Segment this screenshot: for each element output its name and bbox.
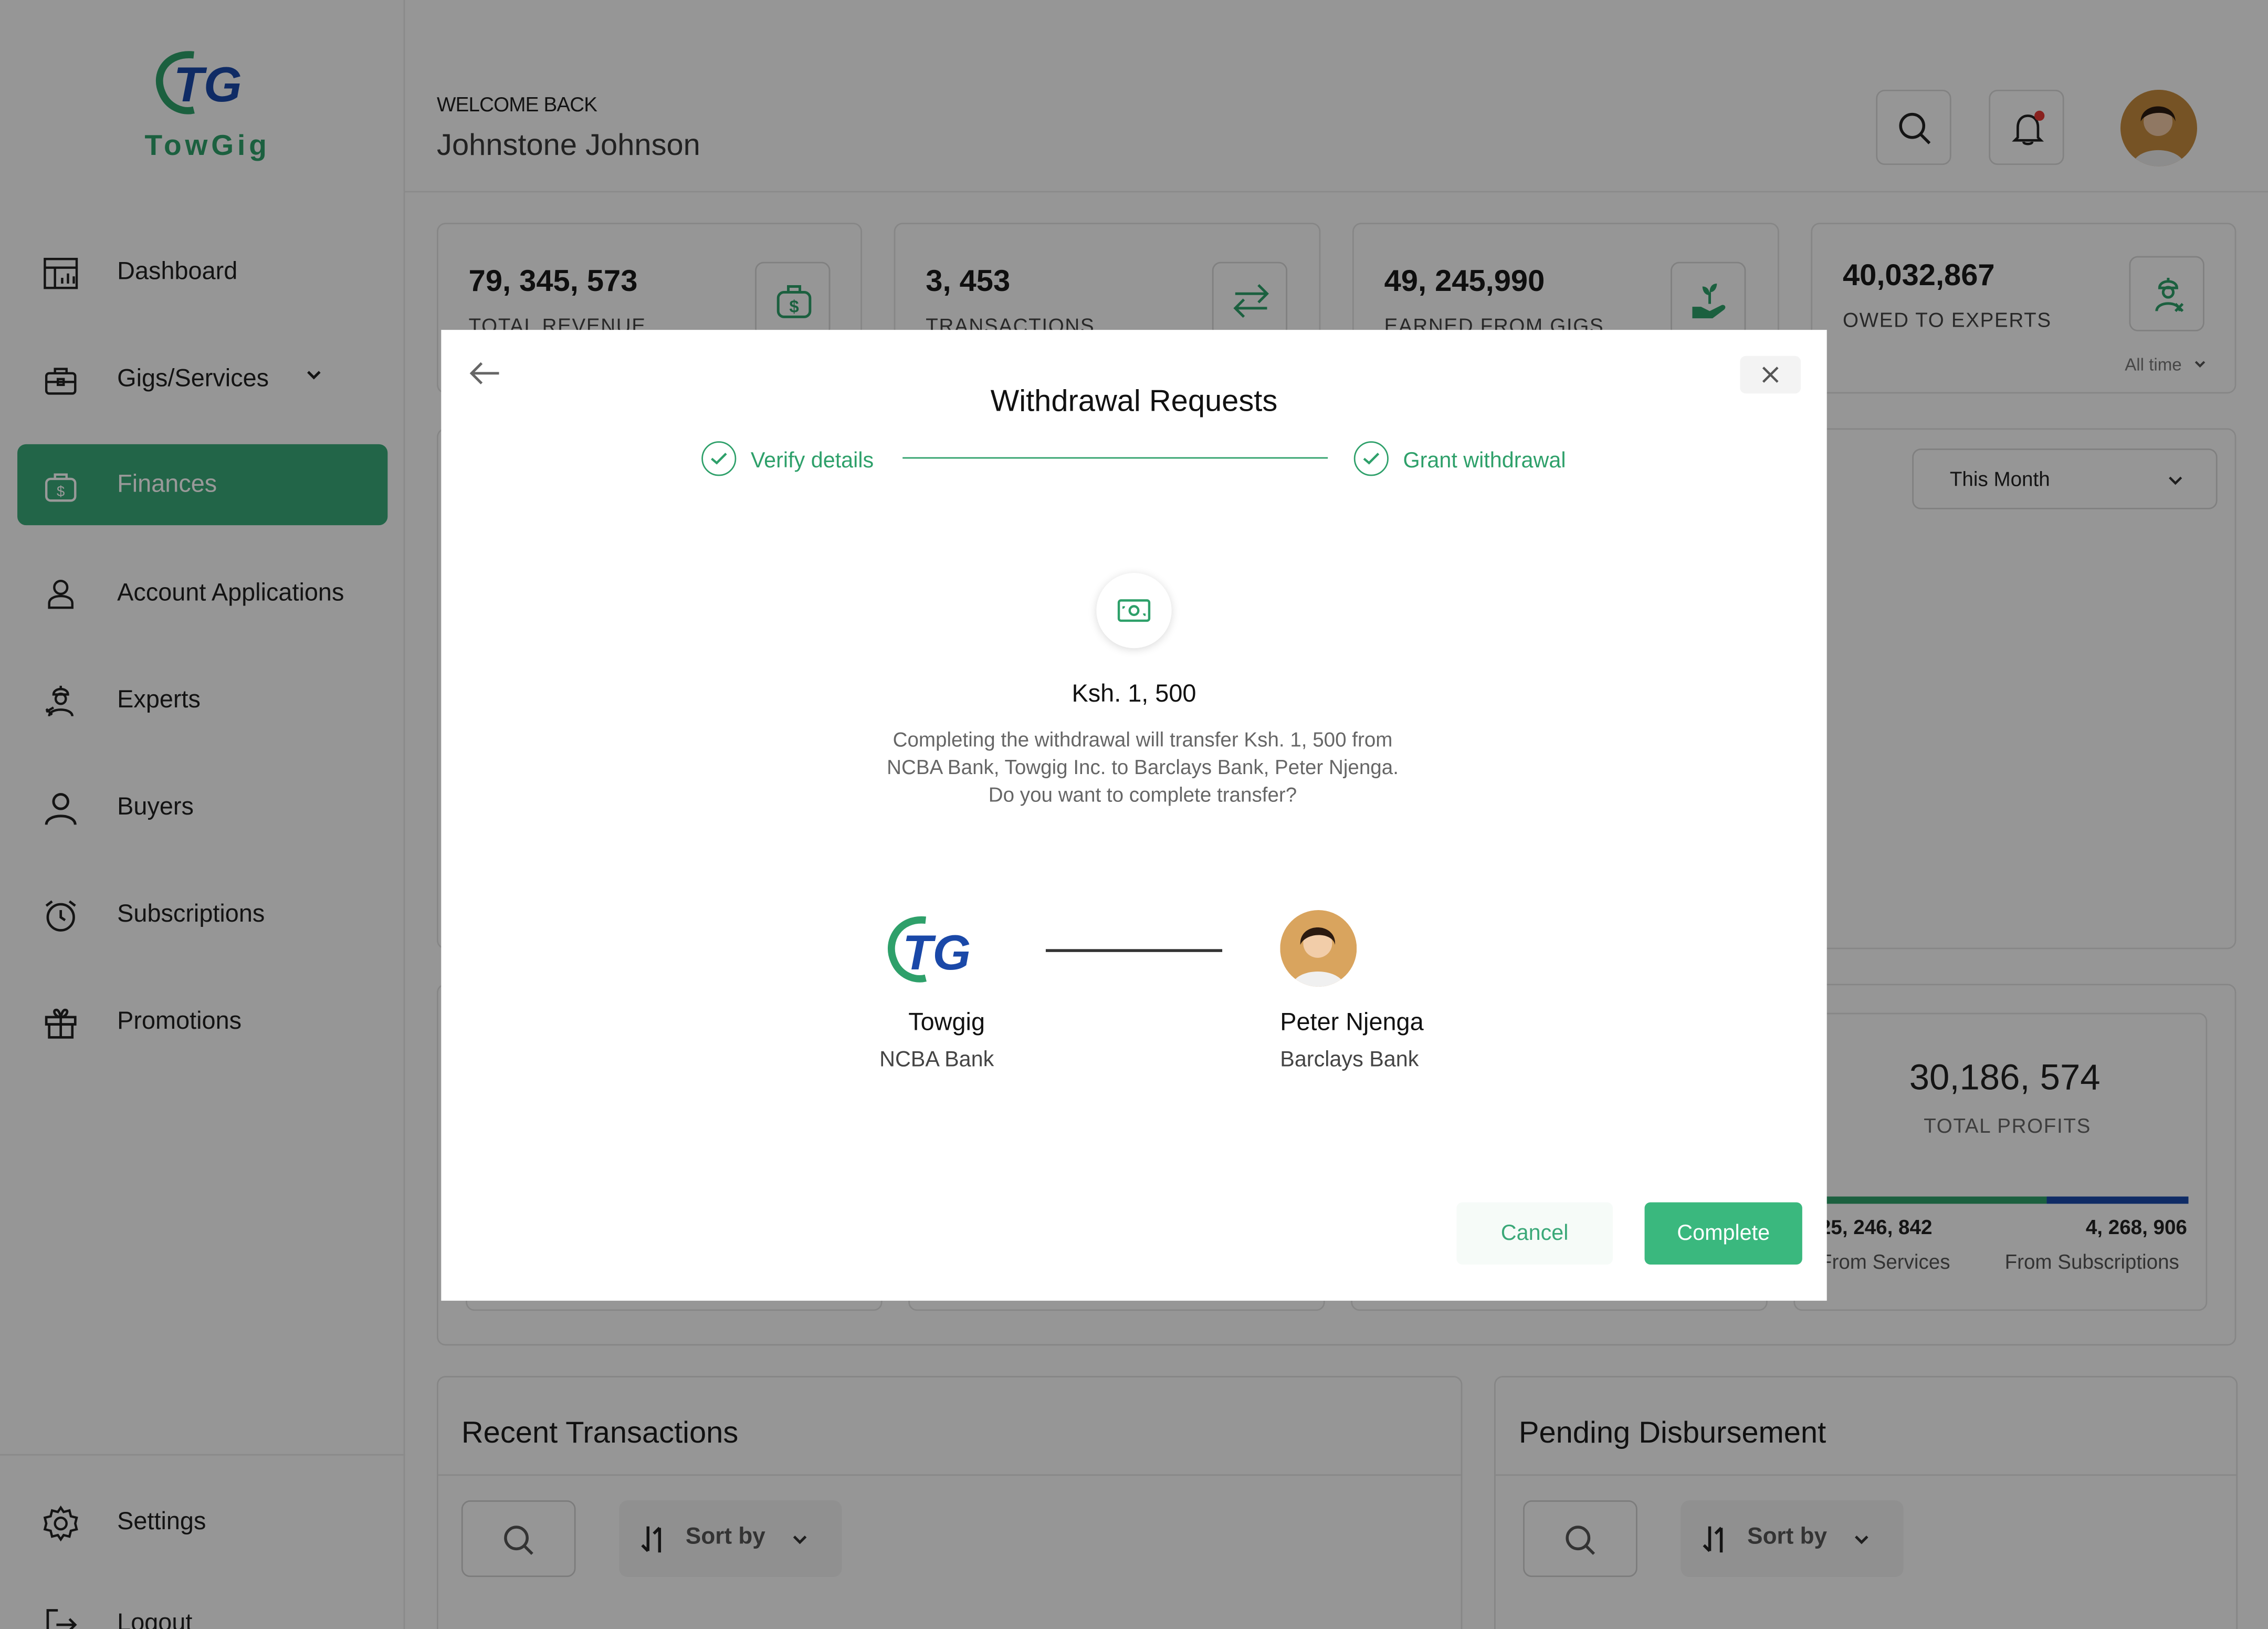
step-label: Grant withdrawal: [1403, 448, 1566, 473]
cash-icon: [1117, 599, 1151, 622]
cash-icon-badge: [1096, 573, 1172, 649]
recipient-avatar: [1280, 910, 1357, 987]
complete-button[interactable]: Complete: [1644, 1202, 1802, 1265]
withdrawal-description: Completing the withdrawal will transfer …: [887, 727, 1399, 806]
withdrawal-modal: Withdrawal Requests Verify details Grant…: [441, 330, 1827, 1301]
step-label: Verify details: [750, 448, 874, 473]
svg-text:TG: TG: [902, 925, 971, 980]
check-circle-icon: [1353, 441, 1389, 476]
recipient-name: Peter Njenga: [1280, 1008, 1424, 1036]
sender-name: Towgig: [908, 1008, 985, 1036]
withdrawal-amount: Ksh. 1, 500: [1072, 680, 1196, 708]
cancel-button[interactable]: Cancel: [1456, 1202, 1613, 1265]
check-circle-icon: [701, 441, 737, 476]
app-root: TG TowGig Dashboard Gigs/Services $ Fina…: [0, 0, 2268, 1629]
arrow-left-icon[interactable]: [467, 359, 502, 388]
recipient-bank: Barclays Bank: [1280, 1047, 1419, 1072]
towgig-logo: TG: [888, 916, 971, 983]
close-icon: [1762, 367, 1779, 383]
step-connector: [902, 457, 1328, 459]
modal-title: Withdrawal Requests: [990, 384, 1278, 419]
sender-bank: NCBA Bank: [879, 1047, 994, 1072]
transfer-connector: [1045, 949, 1223, 952]
